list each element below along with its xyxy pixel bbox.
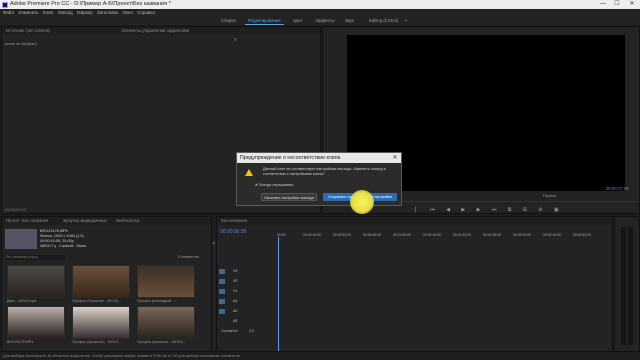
clip-thumbnail-1[interactable]: [7, 265, 65, 298]
menu-clip[interactable]: Клип: [43, 9, 53, 17]
tab-effect-controls[interactable]: Элементы управления эффектами: [121, 28, 189, 33]
ruler-label: 00:01:00:00: [393, 233, 411, 237]
workspace-editing-cs55[interactable]: Editing (CS5.5): [366, 17, 401, 25]
clip-mismatch-dialog: Предупреждение о несоответствии клипа ✕ …: [236, 152, 402, 206]
track-label-v2: V2: [233, 279, 238, 283]
menu-sequence[interactable]: Эпизод: [57, 9, 72, 17]
dialog-title: Предупреждение о несоответствии клипа: [237, 153, 401, 163]
clip-thumbnail-5[interactable]: [72, 306, 130, 339]
track-label-v1: V1: [233, 289, 238, 293]
menu-window[interactable]: Окно: [122, 9, 132, 17]
master-track-value[interactable]: 0,0: [249, 329, 254, 333]
selected-clip-thumbnail: [5, 229, 37, 249]
always-ask-checkbox[interactable]: ✔ Всегда спрашивать: [255, 182, 293, 187]
transport-controls[interactable]: ▏ ⏮ ◀ ▶ ▶ ⏭ ⧉ ⊞ ⊕ ▣: [415, 207, 564, 213]
track-label-a3: A3: [233, 319, 238, 323]
selected-clip-audio: 48000 Гц - Сжатый - Моно: [40, 244, 87, 248]
clip-thumbnail-3[interactable]: [137, 265, 195, 298]
track-target-a2[interactable]: [219, 309, 225, 314]
program-timecode: 00:00:17:08: [606, 186, 629, 191]
tab-project[interactable]: Проект: Без названия: [6, 218, 48, 223]
playhead[interactable]: [278, 237, 279, 351]
audio-meter-right: [628, 227, 633, 345]
window-titlebar: Adobe Premiere Pro CC - D:\Пример А-Б\Пр…: [0, 0, 640, 9]
menu-edit[interactable]: Изменить: [18, 9, 38, 17]
maximize-button[interactable]: ☐: [610, 0, 624, 9]
track-target-v3[interactable]: [219, 269, 225, 274]
menu-title[interactable]: Заголовок: [97, 9, 118, 17]
tab-media-browser[interactable]: Браузер медиаданных: [63, 218, 107, 223]
timeline-panel: Без названия 00:00:00:00 00:00 00:00:15:…: [216, 216, 613, 352]
no-clip-text: (клип не выбран): [5, 41, 37, 46]
menu-bar: Файл Изменить Клип Эпизод Маркер Заголов…: [0, 9, 640, 17]
dialog-message: Данный клип не соответствует настройкам …: [263, 167, 386, 176]
clip-thumbnail-6[interactable]: [137, 306, 195, 339]
clip-label-4: BRG43176.MP4: [7, 340, 34, 344]
panel-menu-icon[interactable]: ≡: [234, 37, 237, 43]
workspace-audio[interactable]: Звук: [342, 17, 357, 25]
timeline-ruler[interactable]: 00:00 00:00:15:00 00:00:30:00 00:00:45:0…: [277, 233, 613, 239]
ruler-label: 00:01:30:00: [453, 233, 471, 237]
checkbox-check-icon: ✔: [255, 183, 259, 187]
clip-label-6: Процесс (прошлое - 00013)...: [137, 340, 186, 344]
minimize-button[interactable]: —: [596, 0, 610, 9]
ruler-label: 00:01:15:00: [423, 233, 441, 237]
workspace-color[interactable]: Цвет: [290, 17, 306, 25]
track-label-v3: V3: [233, 269, 238, 273]
status-bar: Для выбора перетащите за областью выделе…: [0, 352, 640, 360]
audio-meter-left: [621, 227, 626, 345]
mouse-cursor-highlight: [350, 190, 374, 214]
track-label-a2: A2: [233, 309, 238, 313]
selected-clip-info: BRG43176.MP4 Фильм, 1920 x 1080 (1,0) 00…: [40, 229, 86, 249]
track-label-a1: A1: [233, 299, 238, 303]
workspace-more[interactable]: »: [402, 17, 410, 25]
ruler-label: 00:02:30:00: [573, 233, 591, 237]
tab-source[interactable]: Источник: (нет клипов): [6, 28, 50, 33]
premiere-app-icon: [2, 1, 8, 8]
clip-label-2: Процесс (Прошлое - 00013)...: [72, 299, 122, 303]
zoom-select[interactable]: Полное: [543, 194, 556, 198]
project-panel: Проект: Без названия Браузер медиаданных…: [1, 216, 212, 352]
close-window-button[interactable]: ✕: [625, 0, 639, 9]
track-target-v2[interactable]: [219, 279, 225, 284]
window-title: Adobe Premiere Pro CC - D:\Пример А-Б\Пр…: [10, 1, 171, 7]
project-tabs: Проект: Без названия Браузер медиаданных…: [2, 217, 211, 225]
ruler-label: 00:00:30:00: [333, 233, 351, 237]
source-panel-tabs: Источник: (нет клипов) Элементы управлен…: [2, 27, 320, 35]
clip-thumbnail-4[interactable]: [7, 306, 65, 339]
keep-settings-button[interactable]: Начинать настройки эпизода: [261, 193, 317, 201]
warning-icon: [245, 169, 253, 176]
workspace-assembly[interactable]: Сборка: [218, 17, 239, 25]
workspace-effects[interactable]: Эффекты: [312, 17, 338, 25]
project-search-input[interactable]: Без названия.prproj: [5, 255, 65, 260]
clip-label-3: Процесс (последний - ...: [137, 299, 178, 303]
ruler-label: 00:02:00:00: [513, 233, 531, 237]
clip-thumbnail-2[interactable]: [72, 265, 130, 298]
clip-label-5: Процесс (прошлое) - 00013...: [72, 340, 121, 344]
menu-help[interactable]: Справка: [137, 9, 155, 17]
ruler-label: 00:02:15:00: [543, 233, 561, 237]
source-timecode: 00;00;00;00: [5, 207, 27, 212]
master-track-label: Основной: [221, 329, 238, 333]
ruler-label: 00:01:45:00: [483, 233, 501, 237]
items-count: 5 элементов: [178, 255, 199, 259]
tab-sequence[interactable]: Без названия: [221, 218, 247, 223]
timeline-tabs: Без названия: [217, 217, 612, 225]
ruler-label: 00:00:15:00: [303, 233, 321, 237]
workspace-bar: Сборка Редактирование Цвет Эффекты Звук …: [0, 17, 640, 25]
menu-file[interactable]: Файл: [3, 9, 14, 17]
timeline-timecode[interactable]: 00:00:00:00: [220, 229, 246, 235]
track-headers: V3 V2 V1 A1 A2 A3: [219, 269, 275, 329]
tab-libraries[interactable]: Библиотеки: [116, 218, 139, 223]
dialog-close-button[interactable]: ✕: [391, 153, 399, 163]
track-target-a1[interactable]: [219, 299, 225, 304]
ruler-label: 00:00:45:00: [363, 233, 381, 237]
workspace-editing[interactable]: Редактирование: [245, 17, 284, 25]
always-ask-label: Всегда спрашивать: [259, 183, 294, 187]
clip-label-1: Дань - 00013.mp4: [7, 299, 37, 303]
menu-marker[interactable]: Маркер: [77, 9, 93, 17]
track-target-v1[interactable]: [219, 289, 225, 294]
audio-meters-panel: [614, 216, 640, 352]
